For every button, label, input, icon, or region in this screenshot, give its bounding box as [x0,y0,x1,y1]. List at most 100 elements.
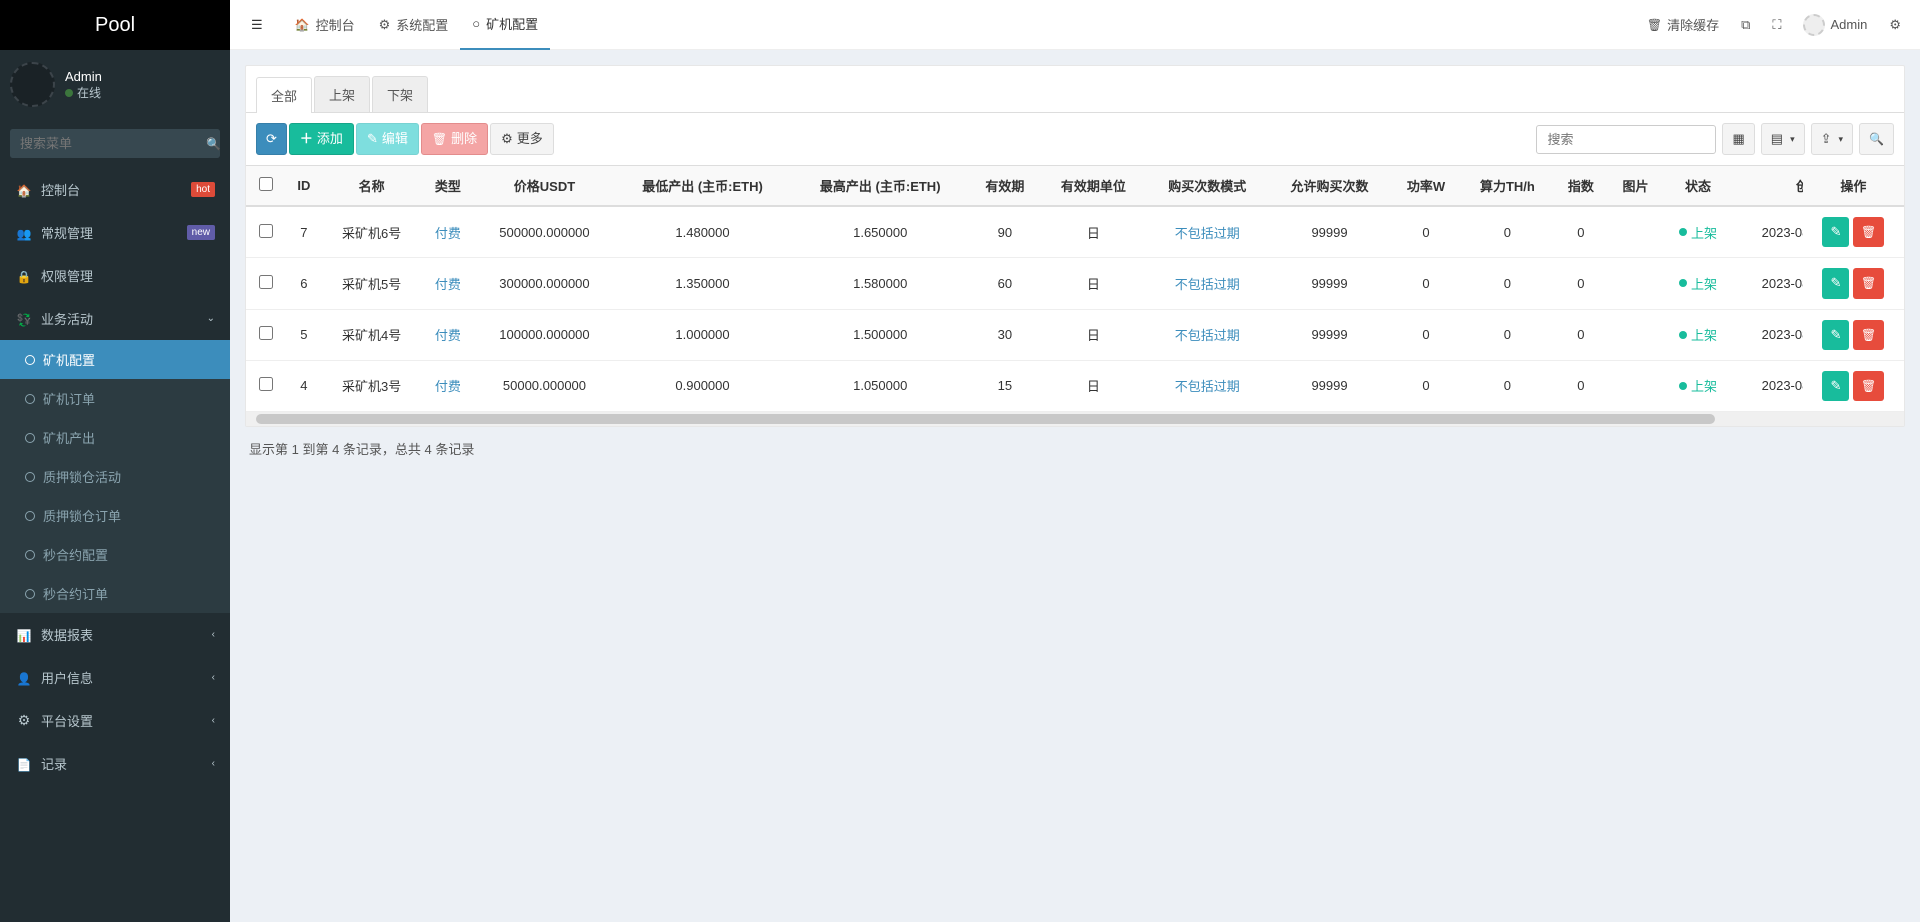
sidebar-subitem[interactable]: 秒合约配置 [0,535,230,574]
column-header[interactable]: 类型 [421,166,476,206]
add-button[interactable]: 添加 [289,123,354,155]
top-tab[interactable]: 系统配置 [367,0,461,50]
sidebar-subitem[interactable]: 秒合约订单 [0,574,230,613]
row-edit-button[interactable] [1822,371,1849,401]
sidebar-item[interactable]: 记录‹ [0,742,230,785]
column-header[interactable]: 名称 [323,166,421,206]
top-tabs: 控制台系统配置矿机配置 [283,0,551,50]
toggle-view-button[interactable] [1722,123,1754,155]
row-delete-button[interactable] [1853,217,1884,247]
row-edit-button[interactable] [1822,268,1849,298]
buymode-link[interactable]: 不包括过期 [1175,226,1240,241]
sidebar-item[interactable]: 平台设置‹ [0,699,230,742]
row-checkbox[interactable] [259,377,273,391]
tab-icon [379,17,391,33]
column-header[interactable]: 最高产出 (主币:ETH) [791,166,969,206]
row-delete-button[interactable] [1853,371,1884,401]
sidebar-item[interactable]: 业务活动⌄ [0,297,230,340]
sidebar-subitem-label: 矿机配置 [43,350,95,369]
avatar[interactable] [10,62,55,107]
sidebar-item[interactable]: 控制台hot [0,168,230,211]
user-panel: Admin 在线 [0,50,230,119]
status-badge[interactable]: 上架 [1679,223,1717,242]
sidebar-subitem[interactable]: 矿机配置 [0,340,230,379]
sidebar-search-input[interactable] [10,129,206,158]
horizontal-scrollbar[interactable] [246,412,1904,426]
status-badge[interactable]: 上架 [1679,274,1717,293]
sidebar-search-button[interactable] [206,129,220,158]
column-header[interactable]: 允许购买次数 [1268,166,1390,206]
topbar-user[interactable]: Admin [1799,10,1871,40]
column-header[interactable]: 价格USDT [475,166,613,206]
row-delete-button[interactable] [1853,320,1884,350]
column-header[interactable] [246,166,285,206]
column-header[interactable]: 操作 [1803,166,1904,206]
column-header[interactable]: 算力TH/h [1461,166,1553,206]
buymode-link[interactable]: 不包括过期 [1175,277,1240,292]
row-edit-button[interactable] [1822,320,1849,350]
circle-icon [25,550,35,560]
fullscreen-button[interactable] [1768,13,1785,37]
filter-tab[interactable]: 上架 [314,76,370,112]
export-button[interactable] [1811,123,1853,155]
cell-actions [1803,258,1904,309]
column-header[interactable]: ID [285,166,323,206]
refresh-button[interactable] [256,123,287,155]
cell-id: 4 [285,360,323,411]
type-link[interactable]: 付费 [435,277,461,292]
type-link[interactable]: 付费 [435,328,461,343]
copy-button[interactable] [1737,13,1754,37]
column-header[interactable]: 有效期单位 [1041,166,1146,206]
column-header[interactable]: 最低产出 (主币:ETH) [614,166,792,206]
buymode-link[interactable]: 不包括过期 [1175,328,1240,343]
column-header[interactable]: 状态 [1663,166,1733,206]
trash-icon [432,130,447,148]
sidebar-item[interactable]: 数据报表‹ [0,613,230,656]
row-delete-button[interactable] [1853,268,1884,298]
sidebar-item[interactable]: 权限管理 [0,254,230,297]
column-header[interactable]: 购买次数模式 [1146,166,1268,206]
more-button[interactable]: 更多 [490,123,554,155]
type-link[interactable]: 付费 [435,226,461,241]
hamburger-button[interactable] [245,11,269,39]
column-header[interactable]: 指数 [1554,166,1609,206]
search-button[interactable] [1859,123,1894,155]
sidebar-subitem[interactable]: 质押锁仓订单 [0,496,230,535]
menu-icon [15,182,33,198]
sidebar-subitem[interactable]: 矿机产出 [0,418,230,457]
delete-button[interactable]: 删除 [421,123,488,155]
sidebar-subitem[interactable]: 矿机订单 [0,379,230,418]
top-tab[interactable]: 控制台 [283,0,367,50]
select-all-checkbox[interactable] [259,177,273,191]
top-tab[interactable]: 矿机配置 [460,0,550,50]
status-badge[interactable]: 上架 [1679,376,1717,395]
clear-cache-button[interactable]: 清除缓存 [1643,11,1723,38]
sidebar-item[interactable]: 用户信息‹ [0,656,230,699]
row-checkbox[interactable] [259,326,273,340]
column-header[interactable]: 图片 [1608,166,1663,206]
settings-button[interactable] [1885,13,1905,37]
columns-button[interactable] [1761,123,1805,155]
buymode-link[interactable]: 不包括过期 [1175,379,1240,394]
sidebar-subitem[interactable]: 质押锁仓活动 [0,457,230,496]
pencil-icon [367,130,378,148]
row-checkbox[interactable] [259,224,273,238]
edit-button[interactable]: 编辑 [356,123,419,155]
cell-index: 0 [1554,360,1609,411]
app-logo[interactable]: Pool [0,0,230,50]
column-header[interactable]: 有效期 [969,166,1041,206]
filter-tab[interactable]: 下架 [372,76,428,112]
row-edit-button[interactable] [1822,217,1849,247]
cell-status: 上架 [1663,360,1733,411]
row-checkbox[interactable] [259,275,273,289]
type-link[interactable]: 付费 [435,379,461,394]
status-badge[interactable]: 上架 [1679,325,1717,344]
export-icon [1821,130,1832,148]
scrollbar-thumb[interactable] [256,414,1715,424]
sidebar-item[interactable]: 常规管理new [0,211,230,254]
column-header[interactable]: 功率W [1391,166,1462,206]
cell-checkbox [246,360,285,411]
table-wrap[interactable]: ID名称类型价格USDT最低产出 (主币:ETH)最高产出 (主币:ETH)有效… [246,165,1904,412]
filter-tab[interactable]: 全部 [256,77,312,113]
search-input[interactable] [1536,125,1716,154]
